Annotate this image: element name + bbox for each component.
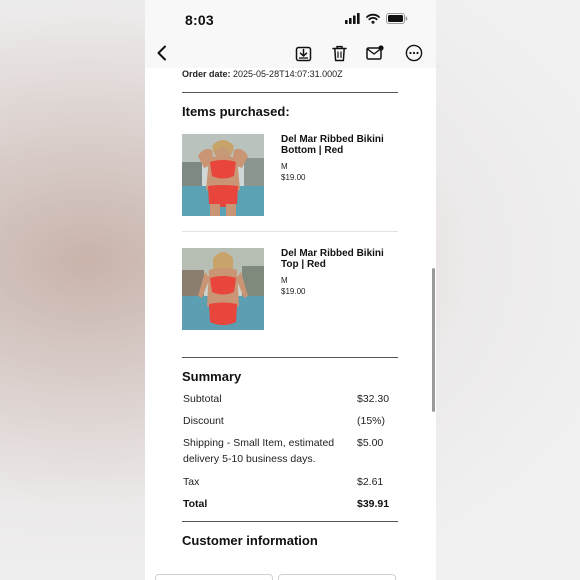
order-date-value: 2025-05-28T14:07:31.000Z [233,69,343,79]
summary-value: $39.91 [357,498,390,510]
divider [182,92,398,93]
summary-heading: Summary [182,369,242,384]
order-date-label: Order date: [182,69,231,79]
summary-label: Total [183,498,208,510]
chevron-left-icon [157,45,166,61]
email-body: Order date: 2025-05-28T14:07:31.000Z Ite… [182,68,398,548]
summary-label: Discount [183,415,224,427]
summary-row-subtotal: Subtotal $32.30 [182,391,398,413]
product-photo [182,134,264,216]
divider [182,357,398,358]
purchased-item[interactable]: Del Mar Ribbed Bikini Top | Red M $19.00 [182,248,398,345]
wifi-icon [366,13,380,24]
item-size: M [281,276,288,285]
back-button[interactable] [152,43,172,63]
product-image-bikini-top[interactable] [182,248,264,330]
summary-value: $5.00 [357,437,384,449]
product-photo [182,248,264,330]
signal-icon [345,13,360,24]
order-date: Order date: 2025-05-28T14:07:31.000Z [182,68,398,80]
item-title[interactable]: Del Mar Ribbed Bikini Top | Red [281,248,393,270]
bottom-action-right[interactable] [278,574,396,580]
archive-download-icon [295,46,311,61]
purchased-item[interactable]: Del Mar Ribbed Bikini Bottom | Red M $19… [182,134,398,231]
more-ellipsis-icon [405,44,423,62]
product-image-bikini-bottom[interactable] [182,134,264,216]
more-button[interactable] [404,43,424,63]
mark-unread-button[interactable] [365,43,385,63]
trash-icon [331,45,347,61]
summary-value: (15%) [357,415,386,427]
bottom-action-left[interactable] [155,574,273,580]
bottom-actions [155,574,426,580]
summary-value: $32.30 [357,393,390,405]
scrollbar[interactable] [432,268,435,412]
mail-unread-icon [366,45,384,60]
summary-value: $2.61 [357,476,384,488]
item-price: $19.00 [281,287,306,296]
clock: 8:03 [185,12,214,28]
summary-row-total: Total $39.91 [182,496,398,521]
item-price: $19.00 [281,173,306,182]
summary-row-tax: Tax $2.61 [182,474,398,496]
items-heading: Items purchased: [182,104,290,119]
email-screen: 8:03 Order date: 2025-05-28T14:07:31.000… [145,0,436,580]
battery-icon [386,13,408,24]
delete-button[interactable] [329,43,349,63]
divider [182,521,398,522]
summary-label: Shipping - Small Item, estimated deliver… [183,437,335,465]
summary-row-discount: Discount (15%) [182,413,398,435]
summary-row-shipping: Shipping - Small Item, estimated deliver… [182,435,398,474]
item-size: M [281,162,288,171]
archive-button[interactable] [293,43,313,63]
status-bar: 8:03 [145,0,436,38]
item-title[interactable]: Del Mar Ribbed Bikini Bottom | Red [281,134,393,156]
email-toolbar [145,38,436,68]
status-icons [345,13,408,24]
summary-label: Subtotal [183,393,222,405]
summary-label: Tax [183,476,200,488]
customer-heading: Customer information [182,533,318,548]
item-divider [182,231,398,232]
